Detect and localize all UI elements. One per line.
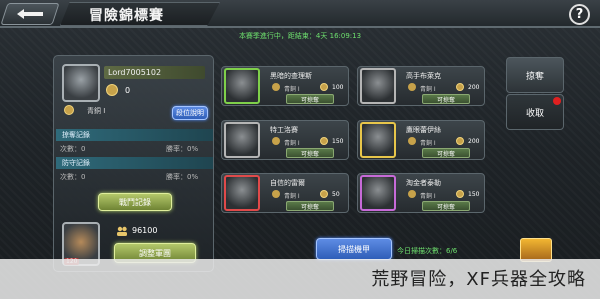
plunder-button[interactable]: 可掠奪 [422,94,470,104]
opponent-card[interactable]: 鷹眼蕾伊絲青銅 I 200 可掠奪 [357,120,485,160]
battle-log-button[interactable]: 戰鬥記錄 [98,193,172,211]
opponent-name: 鷹眼蕾伊絲 [406,126,441,134]
notification-dot [553,97,561,105]
opponent-rank: 青銅 I [420,193,436,200]
opponent-reward: 50 [332,191,340,198]
coin-icon [456,83,464,91]
opponent-portrait [360,175,396,211]
troops-icon [117,226,127,236]
opponent-card[interactable]: 自信的雷爾青銅 I 50 可掠奪 [221,173,349,213]
rank-badge-icon [408,137,416,145]
opponent-card[interactable]: 高手布萊克青銅 I 200 可掠奪 [357,66,485,106]
plunder-button[interactable]: 可掠奪 [422,201,470,211]
opponent-name: 黑暗的查理斯 [270,72,312,80]
player-panel: Lord7005102 0 青銅 I 段位說明 掠奪記錄 次數：0 勝率：0% … [53,55,214,272]
opponent-rank: 青銅 I [284,140,300,147]
watermark-banner: 荒野冒险，XF兵器全攻略 [0,259,600,299]
opponent-portrait [224,68,260,104]
opponent-name: 淘金者泰勒 [406,179,441,187]
coin-icon [320,83,328,91]
rank-badge-icon [408,83,416,91]
rank-badge-icon [272,190,280,198]
opponent-card[interactable]: 特工洛賽青銅 I 150 可掠奪 [221,120,349,160]
scan-mech-button[interactable]: 掃描機甲 [316,238,392,260]
opponent-name: 高手布萊克 [406,72,441,80]
rank-badge-icon [64,105,74,115]
back-button[interactable] [0,3,60,25]
opponent-card[interactable]: 黑暗的查理斯 青銅 I 100 可掠奪 [221,66,349,106]
back-arrow-icon [17,9,43,19]
player-rank: 青銅 I [87,107,106,115]
season-timer: 本賽季進行中，距結束：4天 16:09:13 [238,32,362,40]
plunder-count: 次數：0 [60,145,86,153]
plunder-button[interactable]: 可掠奪 [286,94,334,104]
opponent-reward: 150 [468,191,480,198]
top-bar: 冒險錦標賽 ? [0,0,600,28]
plunder-button[interactable]: 可掠奪 [422,148,470,158]
opponent-reward: 200 [468,84,480,91]
watermark-text: 荒野冒险，XF兵器全攻略 [371,269,586,290]
opponent-rank: 青銅 I [284,193,300,200]
rank-badge-icon [272,83,280,91]
opponent-reward: 150 [332,138,344,145]
help-button[interactable]: ? [569,4,590,25]
page-title: 冒險錦標賽 [89,8,164,24]
rank-badge-icon [408,190,416,198]
plunder-button[interactable]: 可掠奪 [286,201,334,211]
opponent-rank: 青銅 I [284,86,300,93]
trophy-value: 0 [125,86,131,95]
opponent-portrait [224,122,260,158]
trophy-icon [106,84,118,96]
rank-info-button[interactable]: 段位說明 [172,106,208,120]
player-name: Lord7005102 [104,66,205,79]
tab-plunder[interactable]: 掠奪 [506,57,564,93]
opponent-name: 自信的雷爾 [270,179,305,187]
opponent-reward: 100 [332,84,344,91]
opponent-reward: 200 [468,138,480,145]
opponent-rank: 青銅 I [420,140,436,147]
power-value: 96100 [132,226,158,235]
opponent-rank: 青銅 I [420,86,436,93]
opponent-name: 特工洛賽 [270,126,298,134]
player-avatar[interactable] [62,64,100,102]
coin-icon [320,190,328,198]
coin-icon [456,137,464,145]
defense-count: 次數：0 [60,173,86,181]
plunder-record-header: 掠奪記錄 [56,129,213,141]
defense-win-rate: 勝率：0% [166,173,199,181]
opponent-portrait [360,122,396,158]
opponent-portrait [360,68,396,104]
rank-badge-icon [272,137,280,145]
opponent-card[interactable]: 淘金者泰勒青銅 I 150 可掠奪 [357,173,485,213]
coin-icon [456,190,464,198]
plunder-win-rate: 勝率：0% [166,145,199,153]
coin-icon [320,137,328,145]
scan-count: 今日掃描次數：6/6 [397,247,458,255]
defense-record-header: 防守記錄 [56,157,213,169]
opponent-portrait [224,175,260,211]
plunder-button[interactable]: 可掠奪 [286,148,334,158]
